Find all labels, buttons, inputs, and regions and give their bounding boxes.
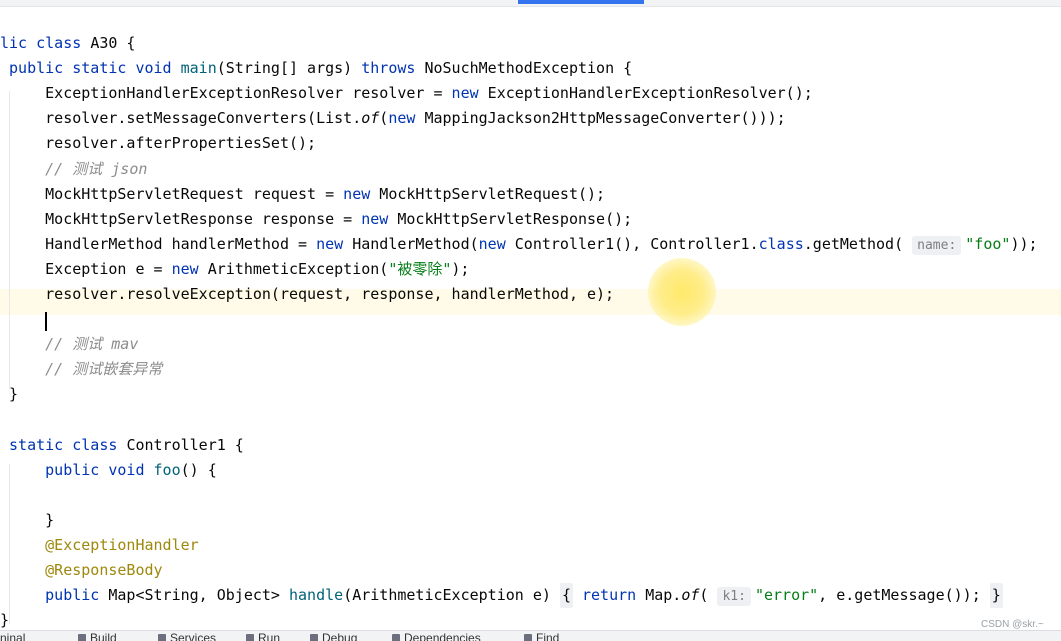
code-token: class [758, 234, 804, 253]
code-line[interactable]: MockHttpServletRequest request = new Moc… [0, 182, 605, 207]
code-token: MockHttpServletResponse(); [397, 209, 633, 228]
code-token: class [36, 34, 91, 52]
code-token: HandlerMethod( [352, 234, 479, 253]
code-line[interactable]: HandlerMethod handlerMethod = new Handle… [0, 232, 1038, 257]
code-line[interactable]: @ResponseBody [0, 558, 163, 583]
code-token: "foo" [965, 234, 1011, 253]
code-token: @ResponseBody [0, 561, 163, 580]
code-token: throws [361, 59, 425, 78]
code-token: of [361, 109, 380, 128]
code-token: new [478, 234, 515, 253]
code-line[interactable]: public Map<String, Object> handle(Arithm… [0, 583, 1003, 609]
active-tab-indicator [518, 0, 644, 4]
text-caret [45, 312, 47, 331]
code-token: main [180, 59, 217, 78]
code-token: ExceptionHandlerExceptionResolver resolv… [0, 84, 452, 103]
code-token: resolver.afterPropertiesSet(); [0, 134, 317, 153]
code-token: MockHttpServletRequest(); [379, 184, 606, 203]
code-token: "error" [754, 586, 819, 605]
code-token: ( [379, 109, 389, 128]
code-token: new [171, 259, 208, 278]
code-line[interactable]: public static void main(String[] args) t… [0, 56, 632, 81]
code-token: MockHttpServletResponse response = [0, 209, 362, 228]
code-line[interactable]: static class Controller1 { [0, 433, 244, 458]
code-token: "被零除" [388, 259, 452, 278]
code-token: MappingJackson2HttpMessageConverter())); [424, 109, 786, 128]
code-line[interactable]: resolver.resolveException(request, respo… [0, 282, 614, 307]
code-line[interactable]: } [0, 608, 9, 630]
code-token: @ExceptionHandler [0, 536, 199, 554]
code-line[interactable]: public void foo() { [0, 458, 217, 483]
code-line[interactable]: MockHttpServletResponse response = new M… [0, 207, 632, 232]
code-line[interactable]: // 测试 mav [0, 332, 138, 357]
code-token: // 测试嵌套异常 [0, 360, 163, 379]
bottom-tool-window-bar: ninal Build Services Run Debug Dependencies Fi… [0, 630, 1061, 641]
code-token: new [361, 209, 398, 228]
code-token: (String[] args) [216, 59, 362, 78]
code-token: Map<String, Object> [108, 586, 289, 605]
code-token: // 测试 json [0, 159, 148, 178]
code-token: Exception e = [0, 259, 172, 278]
code-line[interactable]: @ExceptionHandler [0, 533, 199, 558]
code-token: public static void [0, 59, 181, 78]
code-line[interactable]: resolver.setMessageConverters(List.of(ne… [0, 106, 786, 131]
code-line[interactable]: } [0, 508, 54, 533]
cursor-click-indicator [648, 258, 716, 326]
code-token: lic [0, 34, 37, 52]
code-token: ); [451, 259, 470, 278]
code-token: } [0, 611, 10, 630]
code-token: )); [1010, 234, 1038, 253]
code-token: static class [0, 435, 127, 454]
code-token: ExceptionHandlerExceptionResolver(); [487, 84, 813, 103]
code-line[interactable]: resolver.afterPropertiesSet(); [0, 131, 316, 156]
code-token: resolver.setMessageConverters(List. [0, 109, 362, 128]
code-token: foo [153, 460, 181, 479]
code-token: new [316, 234, 353, 253]
code-token: new [388, 109, 425, 128]
code-line[interactable]: // 测试 json [0, 157, 147, 182]
watermark: CSDN @skr.~ [981, 619, 1044, 630]
code-token: HandlerMethod handlerMethod = [0, 234, 317, 253]
code-token: A30 { [90, 34, 136, 52]
code-token: Controller1(), Controller1. [514, 234, 759, 253]
parameter-hint: name: [912, 235, 962, 255]
code-token: public [0, 586, 109, 605]
code-token: resolver.resolveException(request, respo… [0, 285, 615, 303]
code-token: .getMethod( [803, 234, 913, 253]
code-token: handle [289, 586, 344, 605]
code-token: ( [699, 586, 718, 605]
code-token: Controller1 { [126, 435, 244, 454]
code-token: return [572, 586, 646, 605]
code-token: MockHttpServletRequest request = [0, 184, 344, 203]
code-token: of [681, 586, 700, 605]
code-token: } [0, 385, 19, 404]
parameter-hint: k1: [717, 587, 751, 607]
code-line[interactable]: // 测试嵌套异常 [0, 357, 162, 382]
code-line[interactable]: ExceptionHandlerExceptionResolver resolv… [0, 81, 813, 106]
code-token: (ArithmeticException e) [343, 586, 560, 605]
code-token: public void [0, 460, 154, 479]
code-token: () { [180, 460, 217, 479]
code-line[interactable]: Exception e = new ArithmeticException("被… [0, 257, 469, 282]
code-token: Map. [645, 586, 682, 605]
code-token: new [451, 84, 488, 103]
code-token: new [343, 184, 380, 203]
code-token: // 测试 mav [0, 335, 139, 354]
folded-brace: } [989, 583, 1003, 609]
code-token: , e.getMessage()); [818, 586, 990, 605]
code-line[interactable]: } [0, 382, 18, 407]
code-token: ArithmeticException( [207, 259, 389, 278]
folded-brace: { [559, 583, 573, 609]
code-line[interactable]: lic class A30 { [0, 31, 135, 56]
code-token: NoSuchMethodException { [424, 59, 633, 78]
code-editor[interactable]: lic class A30 { public static void main(… [0, 6, 1061, 630]
code-token: } [0, 510, 55, 529]
